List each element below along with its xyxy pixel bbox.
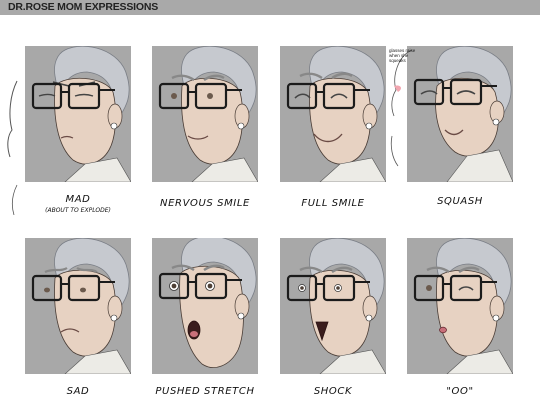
caption-squash: SQUASH	[437, 196, 483, 207]
face-drawing-pushed-stretch	[158, 238, 257, 368]
face-drawing-full-smile	[286, 46, 386, 182]
caption-pushed-stretch: PUSHED STRETCH	[155, 386, 255, 397]
caption-full-smile: FULL SMILE	[301, 198, 365, 209]
caption-mad-sub: (ABOUT TO EXPLODE)	[45, 207, 111, 214]
caption-shock: SHOCK	[313, 386, 353, 397]
squash-side-sketch	[390, 49, 413, 167]
face-drawing-sad	[31, 238, 131, 374]
caption-oo: "OO"	[446, 386, 474, 397]
face-drawing-oo	[413, 238, 513, 374]
expression-panel-shock	[280, 238, 386, 374]
caption-nervous-smile: NERVOUS SMILE	[160, 198, 250, 209]
expression-panel-mad	[25, 46, 131, 182]
face-drawing-squash	[413, 46, 513, 182]
page-title: DR.ROSE MOM EXPRESSIONS	[8, 1, 159, 13]
expression-panel-oo	[407, 238, 513, 374]
expression-panel-nervous-smile	[152, 46, 258, 182]
squash-note: glasses raise when she squeaks	[389, 48, 416, 63]
caption-mad: MAD	[65, 194, 91, 205]
caption-sad: SAD	[66, 386, 90, 397]
expression-panel-pushed-stretch	[152, 238, 258, 374]
face-drawing-mad	[31, 46, 131, 182]
expression-panel-full-smile	[280, 46, 386, 182]
header-bar: DR.ROSE MOM EXPRESSIONS	[0, 0, 540, 15]
expression-panel-squash	[407, 46, 513, 182]
face-drawing-shock	[286, 238, 386, 374]
face-drawing-nervous-smile	[158, 46, 258, 182]
expression-panel-sad	[25, 238, 131, 374]
